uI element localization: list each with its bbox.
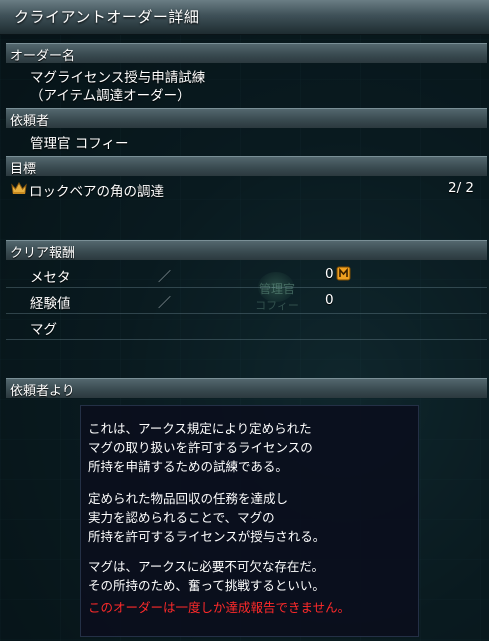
reward-divider-2 — [6, 313, 487, 314]
message-line-1: これは、アークス規定により定められた — [88, 421, 312, 436]
order-name-line2: （アイテム調達オーダー） — [30, 88, 191, 104]
meseta-icon — [336, 266, 351, 281]
reward-mag-label: マグ — [30, 322, 57, 338]
order-detail-panel: クライアントオーダー詳細 オーダー名 マグライセンス授与申請試練 （アイテム調達… — [0, 0, 489, 641]
goal-progress: 2/ 2 — [448, 180, 475, 196]
crown-icon — [11, 182, 27, 194]
reward-exp-slash: ／ — [158, 296, 172, 311]
client-header: 依頼者 — [10, 114, 50, 129]
section-header-goal: 目標 — [6, 156, 487, 177]
section-header-reward: クリア報酬 — [6, 240, 487, 261]
reward-meseta-value: 0 — [325, 266, 334, 282]
message-line-8: その所持のため、奮って挑戦するといい。 — [88, 578, 325, 593]
reward-divider-3 — [6, 339, 487, 340]
goal-item: ロックベアの角の調達 — [29, 184, 164, 200]
reward-exp-value: 0 — [325, 292, 334, 308]
section-header-client: 依頼者 — [6, 108, 487, 129]
message-warning: このオーダーは一度しか達成報告できません。 — [88, 600, 351, 615]
message-line-2: マグの取り扱いを許可するライセンスの — [88, 440, 313, 455]
section-header-message: 依頼者より — [6, 378, 487, 399]
reward-header: クリア報酬 — [10, 246, 76, 261]
reward-meseta-label: メセタ — [30, 270, 71, 286]
message-line-7: マグは、アークスに必要不可欠な存在だ。 — [88, 559, 325, 574]
window-title: クライアントオーダー詳細 — [14, 8, 200, 26]
reward-divider-1 — [6, 287, 487, 288]
message-line-6: 所持を許可するライセンスが授与される。 — [88, 529, 326, 544]
order-name-line1: マグライセンス授与申請試練 — [30, 70, 206, 86]
order-name-header: オーダー名 — [10, 49, 76, 64]
message-line-5: 実力を認められることで、マグの — [88, 510, 275, 525]
window-title-bar: クライアントオーダー詳細 — [0, 0, 489, 35]
goal-header: 目標 — [10, 162, 37, 177]
reward-meseta-slash: ／ — [158, 270, 172, 285]
message-line-3: 所持を申請するための試練である。 — [88, 459, 288, 474]
message-header: 依頼者より — [10, 384, 75, 399]
reward-exp-label: 経験値 — [30, 296, 71, 312]
message-line-4: 定められた物品回収の任務を達成し — [88, 491, 289, 506]
client-name: 管理官 コフィー — [30, 136, 129, 152]
section-header-order-name: オーダー名 — [6, 43, 487, 64]
